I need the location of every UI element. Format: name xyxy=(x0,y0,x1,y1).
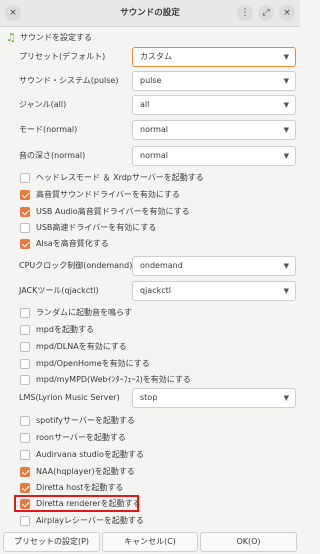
jack-select[interactable]: qjackctl ▼ xyxy=(132,281,296,301)
close-icon[interactable]: × xyxy=(5,5,21,21)
hq-driver-checkbox-row[interactable]: 高音質サウンドドライバーを有効にする xyxy=(20,187,180,202)
chevron-down-icon: ▼ xyxy=(283,126,289,134)
mpd-checkbox-row[interactable]: mpdを起動する xyxy=(20,322,94,337)
cpu-value: ondemand xyxy=(140,261,183,270)
preset-settings-button[interactable]: プリセットの設定(P) xyxy=(3,532,100,552)
usb-audio-checkbox[interactable] xyxy=(20,206,30,217)
airplay-checkbox[interactable] xyxy=(20,515,30,526)
menu-icon[interactable]: ⋮ xyxy=(237,5,253,21)
depth-select[interactable]: normal ▼ xyxy=(132,146,296,166)
roon-checkbox-row[interactable]: roonサーバーを起動する xyxy=(20,430,126,445)
checkbox-label: ランダムに起動音を鳴らす xyxy=(36,308,132,317)
cancel-button[interactable]: キャンセル(C) xyxy=(102,532,198,552)
audirvana-checkbox-row[interactable]: Audirvana studioを起動する xyxy=(20,447,144,462)
checkbox-label: Audirvana studioを起動する xyxy=(36,450,144,459)
alsa-checkbox-row[interactable]: Alsaを高音質化する xyxy=(20,236,109,251)
chevron-down-icon: ▼ xyxy=(283,394,289,402)
diretta-host-checkbox[interactable] xyxy=(20,482,30,493)
chevron-down-icon: ▼ xyxy=(283,53,289,61)
audirvana-checkbox[interactable] xyxy=(20,449,30,460)
checkbox-label: NAA(hqplayer)を起動する xyxy=(36,467,135,476)
preset-select[interactable]: カスタム ▼ xyxy=(132,47,296,67)
chevron-down-icon: ▼ xyxy=(283,101,289,109)
genre-label: ジャンル(all) xyxy=(19,100,67,109)
sound-system-value: pulse xyxy=(140,76,162,85)
chevron-down-icon: ▼ xyxy=(283,262,289,270)
checkbox-label: Airplayレシーバーを起動する xyxy=(36,516,144,525)
spotify-checkbox-row[interactable]: spotifyサーバーを起動する xyxy=(20,413,135,428)
minimize-icon[interactable]: × xyxy=(279,5,295,21)
random-sound-checkbox[interactable] xyxy=(20,307,30,318)
checkbox-label: ヘッドレスモード ＆ Xrdpサーバーを起動する xyxy=(36,173,204,182)
checkbox-label: roonサーバーを起動する xyxy=(36,433,126,442)
checkbox-label: mpd/DLNAを有効にする xyxy=(36,342,127,351)
music-note-icon: ♫ xyxy=(6,30,16,44)
window-title: サウンドの設定 xyxy=(120,8,180,18)
checkbox-label: mpd/OpenHomeを有効にする xyxy=(36,359,150,368)
mode-label: モード(normal) xyxy=(19,125,78,134)
naa-checkbox-row[interactable]: NAA(hqplayer)を起動する xyxy=(20,464,135,479)
checkbox-label: Alsaを高音質化する xyxy=(36,239,109,248)
mpd-openhome-checkbox[interactable] xyxy=(20,358,30,369)
mpd-dlna-checkbox[interactable] xyxy=(20,341,30,352)
section-header-label: サウンドを設定する xyxy=(20,32,92,42)
preset-label: プリセット(デフォルト) xyxy=(19,52,106,61)
lms-select[interactable]: stop ▼ xyxy=(132,388,296,408)
jack-label: JACKツール(qjackctl) xyxy=(19,286,99,295)
mympd-checkbox[interactable] xyxy=(20,374,30,385)
section-header: ♫ サウンドを設定する xyxy=(6,30,92,44)
airplay-checkbox-row[interactable]: Airplayレシーバーを起動する xyxy=(20,513,144,528)
checkbox-label: Diretta hostを起動する xyxy=(36,483,124,492)
usb-fast-checkbox-row[interactable]: USB高速ドライバーを有効にする xyxy=(20,220,156,235)
checkbox-label: USB高速ドライバーを有効にする xyxy=(36,223,157,232)
checkbox-label: 高音質サウンドドライバーを有効にする xyxy=(36,190,180,199)
maximize-icon[interactable]: ⤢ xyxy=(258,5,274,21)
mympd-checkbox-row[interactable]: mpd/myMPD(Webｲﾝﾀｰﾌｪｰｽ)を有効にする xyxy=(20,372,191,387)
naa-checkbox[interactable] xyxy=(20,466,30,477)
lms-label: LMS(Lyrion Music Server) xyxy=(19,393,120,402)
headless-checkbox[interactable] xyxy=(20,172,30,183)
cpu-label: CPUクロック制御(ondemand) xyxy=(19,261,133,270)
mode-value: normal xyxy=(140,125,169,134)
chevron-down-icon: ▼ xyxy=(283,287,289,295)
checkbox-label: mpdを起動する xyxy=(36,325,94,334)
hq-driver-checkbox[interactable] xyxy=(20,189,30,200)
highlight-box xyxy=(14,495,139,512)
random-sound-checkbox-row[interactable]: ランダムに起動音を鳴らす xyxy=(20,305,132,320)
mpd-dlna-checkbox-row[interactable]: mpd/DLNAを有効にする xyxy=(20,339,127,354)
jack-value: qjackctl xyxy=(140,286,171,295)
cpu-select[interactable]: ondemand ▼ xyxy=(132,256,296,276)
diretta-host-checkbox-row[interactable]: Diretta hostを起動する xyxy=(20,480,123,495)
depth-label: 音の深さ(normal) xyxy=(19,151,86,160)
spotify-checkbox[interactable] xyxy=(20,415,30,426)
chevron-down-icon: ▼ xyxy=(283,77,289,85)
roon-checkbox[interactable] xyxy=(20,432,30,443)
usb-audio-checkbox-row[interactable]: USB Audio高音質ドライバーを有効にする xyxy=(20,204,190,219)
preset-value: カスタム xyxy=(140,52,172,61)
headless-checkbox-row[interactable]: ヘッドレスモード ＆ Xrdpサーバーを起動する xyxy=(20,170,204,185)
checkbox-label: spotifyサーバーを起動する xyxy=(36,416,135,425)
mpd-openhome-checkbox-row[interactable]: mpd/OpenHomeを有効にする xyxy=(20,356,150,371)
genre-select[interactable]: all ▼ xyxy=(132,95,296,115)
mpd-checkbox[interactable] xyxy=(20,324,30,335)
mode-select[interactable]: normal ▼ xyxy=(132,120,296,140)
alsa-checkbox[interactable] xyxy=(20,238,30,249)
checkbox-label: USB Audio高音質ドライバーを有効にする xyxy=(36,207,190,216)
checkbox-label: mpd/myMPD(Webｲﾝﾀｰﾌｪｰｽ)を有効にする xyxy=(36,375,191,384)
genre-value: all xyxy=(140,100,150,109)
ok-button[interactable]: OK(O) xyxy=(200,532,297,552)
sound-system-label: サウンド・システム(pulse) xyxy=(19,76,119,85)
sound-system-select[interactable]: pulse ▼ xyxy=(132,71,296,91)
usb-fast-checkbox[interactable] xyxy=(20,222,30,233)
depth-value: normal xyxy=(140,151,169,160)
lms-value: stop xyxy=(140,393,158,402)
chevron-down-icon: ▼ xyxy=(283,152,289,160)
title-bar: サウンドの設定 × ⋮ ⤢ × xyxy=(0,0,300,27)
